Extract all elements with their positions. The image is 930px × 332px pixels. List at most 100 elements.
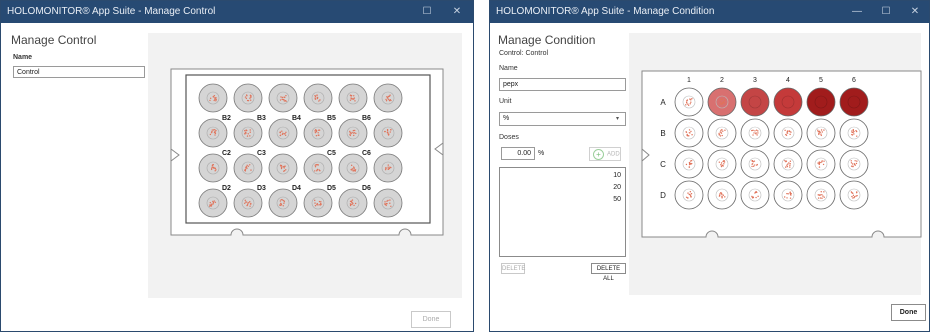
doses-label: Doses [499,134,519,141]
cell-dot [281,130,282,131]
well [269,189,297,217]
cell-dot [384,203,385,204]
cell-dot [690,196,691,197]
cell-dot [854,196,855,197]
done-button[interactable]: Done [891,304,926,321]
cell-dot [210,202,211,203]
cell-dot [214,200,215,201]
cell-dot [752,130,753,131]
cell-dot [210,205,211,206]
cell-dot [852,134,853,135]
row-label: C [660,160,666,169]
cell-dot [721,194,722,195]
cell-dot [317,97,318,98]
cell-dot [314,200,315,201]
cell-dot [724,100,725,101]
done-button[interactable]: Done [411,311,451,328]
cell-dot [281,199,282,200]
maximize-icon[interactable]: ☐ [874,1,898,23]
well [199,119,227,147]
cell-dot [689,132,690,133]
well [234,154,262,182]
cell-dot [390,131,391,132]
cell-dot [822,131,823,132]
cell-dot [757,132,758,133]
cell-dot [320,204,321,205]
well [741,119,769,147]
cell-dot [686,164,687,165]
close-icon[interactable]: ✕ [903,1,927,23]
cell-dot [213,100,214,101]
cell-dot [721,166,722,167]
cell-dot [388,168,389,169]
cell-dot [284,167,285,168]
cell-dot [757,130,758,131]
cell-dot [790,194,791,195]
cell-dot [852,132,853,133]
cell-dot [350,205,351,206]
well [807,88,835,116]
unit-select[interactable]: % [499,112,626,126]
dose-unit: % [538,150,544,157]
cell-dot [284,100,285,101]
cell-dot [212,201,213,202]
cell-dot [790,197,791,198]
dose-input[interactable]: 0.00 [501,147,535,160]
cell-dot [283,200,284,201]
cell-dot [249,135,250,136]
cell-dot [280,200,281,201]
cell-dot [821,129,822,130]
control-reference: Control: Control [499,50,548,57]
list-item[interactable]: 20 [613,184,621,191]
cell-dot [246,98,247,99]
well [708,88,736,116]
cell-dot [210,134,211,135]
close-icon[interactable]: ✕ [445,1,469,23]
list-item[interactable]: 50 [613,196,621,203]
delete-all-button[interactable]: DELETE ALL [591,263,626,274]
cell-dot [212,164,213,165]
minimize-icon[interactable]: — [845,1,869,23]
cell-dot [246,167,247,168]
window-title: HOLOMONITOR® App Suite - Manage Conditio… [496,6,714,17]
cell-dot [245,170,246,171]
page-title: Manage Control [11,33,96,47]
well-label: B5 [327,115,336,122]
cell-dot [315,205,316,206]
cell-dot [281,167,282,168]
cell-dot [390,129,391,130]
maximize-icon[interactable]: ☐ [415,1,439,23]
cell-dot [250,132,251,133]
name-field[interactable]: Control [13,66,145,78]
cell-dot [856,163,857,164]
cell-dot [754,192,755,193]
name-label: Name [13,54,32,61]
cell-dot [723,163,724,164]
cell-dot [283,166,284,167]
cell-dot [350,201,351,202]
cell-dot [318,169,319,170]
list-item[interactable]: 10 [613,172,621,179]
delete-button[interactable]: DELETE [501,263,525,274]
well [374,189,402,217]
cell-dot [250,95,251,96]
cell-dot [386,203,387,204]
well [774,181,802,209]
cell-dot [214,99,215,100]
cell-dot [387,130,388,131]
cell-dot [211,169,212,170]
cell-dot [320,201,321,202]
cell-dot [753,132,754,133]
cell-dot [822,195,823,196]
cell-dot [853,130,854,131]
well-label: B4 [292,115,301,122]
cell-dot [390,167,391,168]
cell-dot [384,201,385,202]
add-dose-button[interactable]: + ADD [589,147,621,161]
add-icon: + [593,149,604,160]
name-field[interactable]: pepx [499,78,626,91]
cell-dot [856,160,857,161]
cell-dot [387,132,388,133]
well [741,150,769,178]
cell-dot [720,101,721,102]
